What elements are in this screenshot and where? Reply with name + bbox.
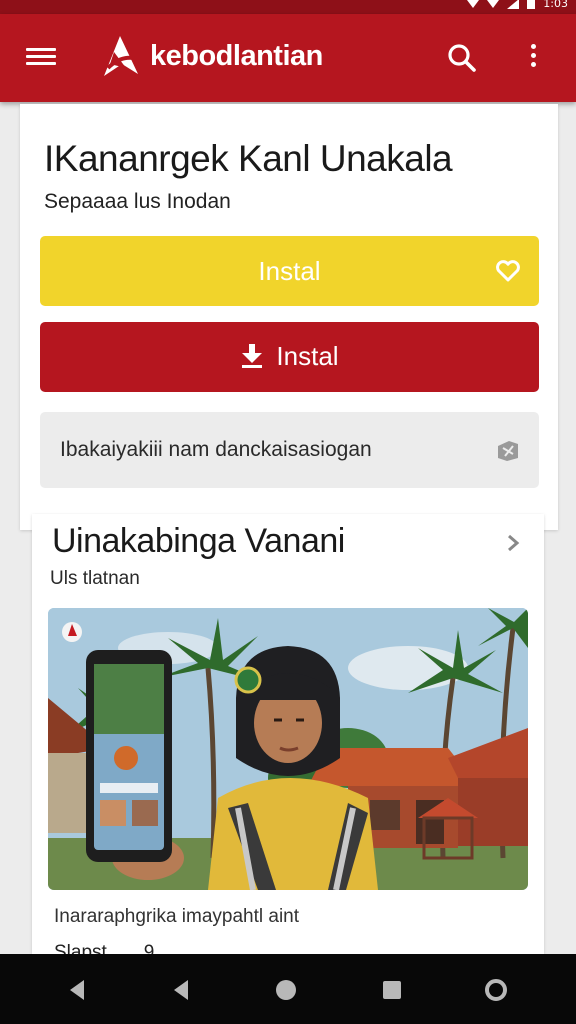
logo-icon — [104, 36, 138, 76]
status-bar: 1:03 — [0, 0, 576, 14]
cell-signal-icon — [507, 0, 520, 9]
assistant-icon[interactable] — [482, 976, 510, 1004]
app-bar: kebodlantian — [0, 14, 576, 102]
tag-icon — [498, 441, 518, 461]
install-button-download-label: Instal — [276, 341, 339, 371]
menu-icon[interactable] — [26, 44, 56, 72]
system-nav-bar — [0, 954, 576, 1024]
app-title: IKananrgek Kanl Unakala — [44, 138, 453, 179]
photo-caption: Inararaphgrika imaypahtl aint — [54, 906, 300, 927]
back-alt-icon[interactable] — [168, 976, 196, 1004]
feature-section-card: Uinakabinga Vanani Uls tlatnan Inararaph… — [32, 514, 544, 963]
section-title: Uinakabinga Vanani — [52, 522, 345, 560]
download-icon — [242, 344, 263, 368]
status-icons: 1:03 — [467, 0, 568, 10]
search-icon[interactable] — [446, 42, 478, 74]
info-banner[interactable]: Ibakaiyakiii nam danckaisasiogan — [40, 412, 539, 488]
status-time: 1:03 — [543, 0, 568, 10]
info-banner-text: Ibakaiyakiii nam danckaisasiogan — [60, 438, 372, 461]
install-button-primary[interactable]: Instal — [40, 236, 539, 306]
signal-icon — [487, 0, 500, 8]
chevron-right-icon[interactable] — [502, 532, 524, 554]
more-vert-icon[interactable] — [526, 44, 540, 72]
brand-name: kebodlantian — [150, 40, 323, 72]
heart-icon[interactable] — [495, 258, 521, 284]
install-button-primary-label: Instal — [258, 256, 321, 286]
install-button-download[interactable]: Instal — [40, 322, 539, 392]
feature-photo-art — [48, 608, 528, 890]
battery-icon — [527, 0, 536, 9]
feature-photo[interactable] — [48, 608, 528, 890]
app-listing-card: IKananrgek Kanl Unakala Sepaaaa lus Inod… — [20, 104, 558, 530]
recents-icon[interactable] — [378, 976, 406, 1004]
wifi-icon — [467, 0, 480, 8]
back-icon[interactable] — [64, 976, 92, 1004]
home-icon[interactable] — [272, 976, 300, 1004]
app-subtitle: Sepaaaa lus Inodan — [44, 190, 231, 213]
section-subtitle: Uls tlatnan — [50, 568, 140, 589]
